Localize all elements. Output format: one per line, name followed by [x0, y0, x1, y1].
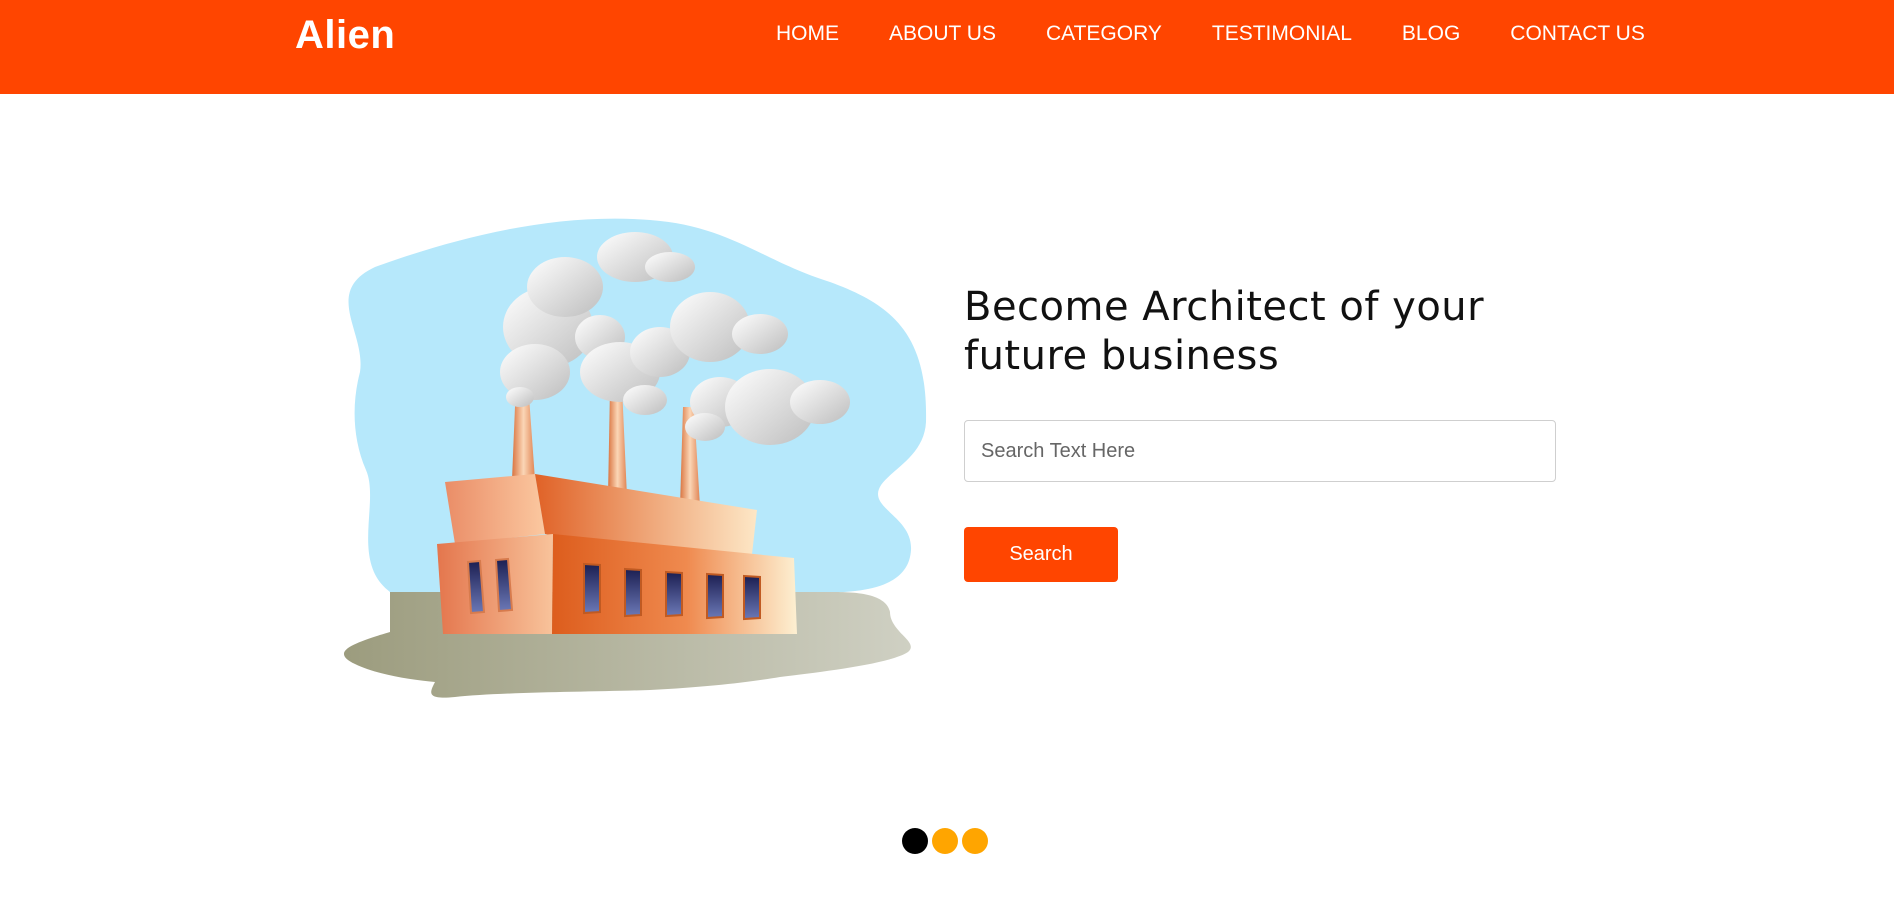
search-input[interactable]	[964, 420, 1556, 482]
nav-home[interactable]: HOME	[776, 22, 839, 46]
nav-category[interactable]: CATEGORY	[1046, 22, 1162, 46]
nav-blog[interactable]: BLOG	[1402, 22, 1460, 46]
main-nav: HOME ABOUT US CATEGORY TESTIMONIAL BLOG …	[776, 22, 1645, 46]
hero-title: Become Architect of your future business	[964, 284, 1485, 379]
nav-about-us[interactable]: ABOUT US	[889, 22, 996, 46]
nav-contact-us[interactable]: CONTACT US	[1510, 22, 1645, 46]
search-button[interactable]: Search	[964, 527, 1118, 582]
carousel-indicators	[902, 828, 988, 854]
brand-logo[interactable]: Alien	[295, 13, 395, 58]
factory-illustration	[343, 218, 927, 698]
carousel-dot-active[interactable]	[902, 828, 928, 854]
carousel-dot[interactable]	[962, 828, 988, 854]
site-header: Alien HOME ABOUT US CATEGORY TESTIMONIAL…	[0, 0, 1894, 94]
nav-testimonial[interactable]: TESTIMONIAL	[1212, 22, 1352, 46]
carousel-dot[interactable]	[932, 828, 958, 854]
